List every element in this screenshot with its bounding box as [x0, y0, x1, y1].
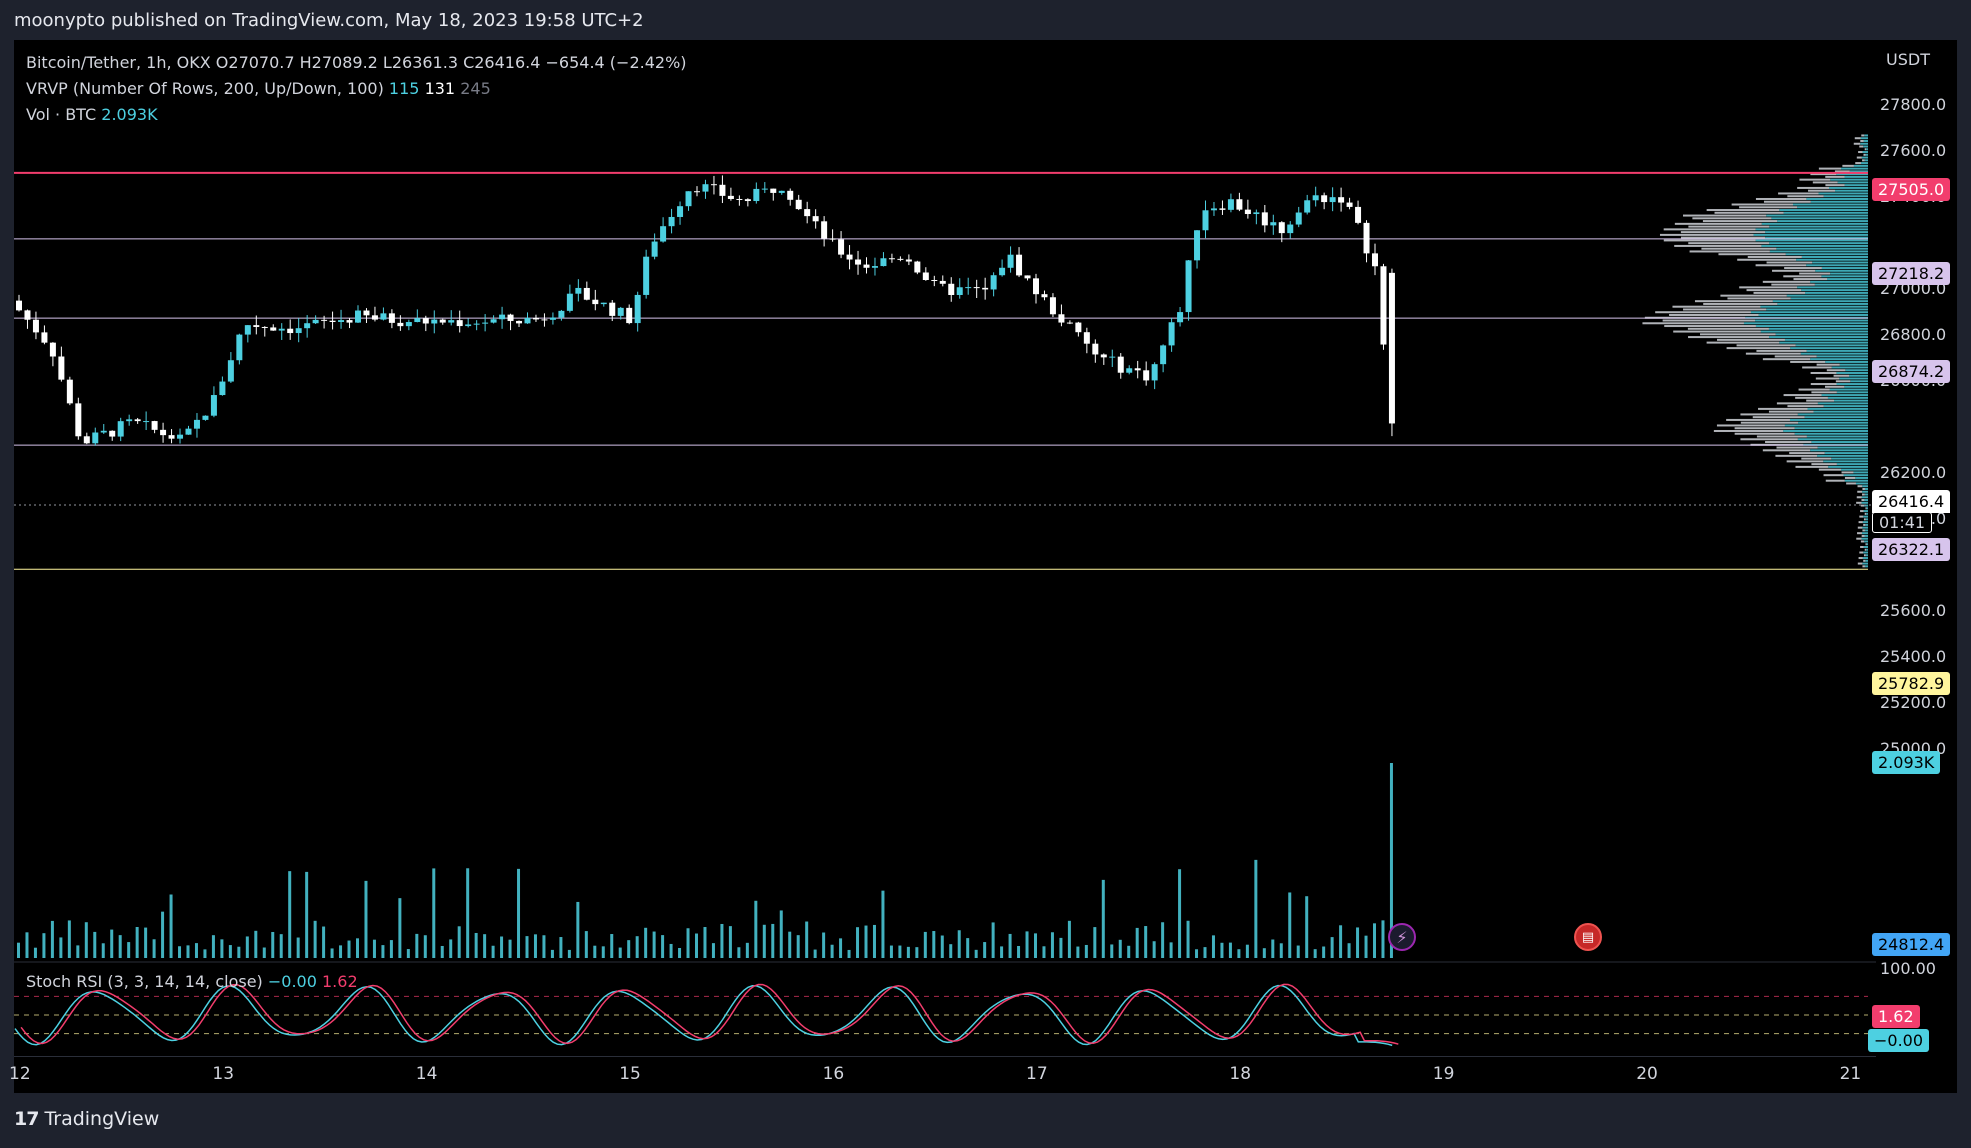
time-tick-label: 15	[619, 1064, 641, 1084]
stoch-label: Stoch RSI (3, 3, 14, 14, close)	[26, 972, 263, 991]
tradingview-mark-icon: 17	[14, 1108, 39, 1130]
time-tick-label: 17	[1026, 1064, 1048, 1084]
us-flag-icon[interactable]: ▤	[1574, 923, 1602, 951]
level-price-tag-27218: 27218.2	[1872, 262, 1951, 285]
time-tick-label: 20	[1636, 1064, 1658, 1084]
stoch-k-value: −0.00	[267, 972, 317, 991]
price-tick-label: 26800.0	[1880, 325, 1947, 345]
volume-tag: 2.093K	[1872, 751, 1941, 774]
time-axis-divider	[14, 1056, 1876, 1057]
price-tick-label: 26200.0	[1880, 463, 1947, 483]
stoch-d-tag: 1.62	[1872, 1005, 1920, 1028]
publish-bar: moonypto published on TradingView.com, M…	[0, 0, 1971, 40]
support-price-tag: 25782.9	[1872, 672, 1951, 695]
time-tick-label: 19	[1432, 1064, 1455, 1084]
price-tick-label: 27800.0	[1880, 95, 1947, 114]
price-tick-label: 25400.0	[1880, 647, 1947, 667]
time-tick-label: 13	[212, 1064, 235, 1084]
vrvp-total: 245	[460, 79, 491, 98]
level-price-tag-26874: 26874.2	[1872, 360, 1951, 383]
bar-countdown: 01:41	[1872, 512, 1933, 533]
vrvp-label: VRVP (Number Of Rows, 200, Up/Down, 100)	[26, 79, 384, 98]
publish-text: moonypto published on TradingView.com, M…	[14, 10, 644, 31]
vol-value: 2.093K	[101, 105, 158, 124]
last-price-tag: 26416.4	[1872, 490, 1951, 513]
currency-label: USDT	[1886, 50, 1930, 69]
time-tick-label: 16	[822, 1064, 845, 1084]
level-price-tag-26322: 26322.1	[1872, 538, 1951, 561]
price-tick-label: 25200.0	[1880, 693, 1947, 713]
vrvp-up: 115	[388, 79, 420, 98]
chart-frame[interactable]	[14, 40, 1957, 1093]
time-tick-label: 21	[1839, 1064, 1862, 1084]
tradingview-logo[interactable]: 17 TradingView	[14, 1108, 159, 1130]
time-tick-label: 14	[415, 1064, 438, 1084]
vrvp-legend[interactable]: VRVP (Number Of Rows, 200, Up/Down, 100)…	[26, 79, 491, 98]
volume-legend[interactable]: Vol · BTC 2.093K	[26, 105, 158, 124]
lightning-icon[interactable]: ⚡	[1388, 923, 1416, 951]
resistance-price-tag: 27505.0	[1872, 178, 1951, 201]
vrvp-down: 131	[424, 79, 456, 98]
time-tick-label: 12	[9, 1064, 31, 1084]
stoch-top-label: 100.00	[1880, 959, 1936, 978]
stoch-k-tag: −0.00	[1868, 1029, 1930, 1052]
symbol-ohlc: Bitcoin/Tether, 1h, OKX O27070.7 H27089.…	[26, 53, 687, 72]
tradingview-brand: TradingView	[44, 1108, 160, 1130]
volume-axis-tag: 24812.4	[1872, 933, 1951, 956]
vol-label: Vol · BTC	[26, 105, 97, 124]
price-tick-label: 25600.0	[1880, 601, 1947, 621]
symbol-legend[interactable]: Bitcoin/Tether, 1h, OKX O27070.7 H27089.…	[26, 53, 687, 72]
price-tick-label: 27600.0	[1880, 141, 1947, 161]
footer-bar	[0, 1093, 1971, 1148]
stoch-d-value: 1.62	[322, 972, 358, 991]
stoch-legend[interactable]: Stoch RSI (3, 3, 14, 14, close) −0.00 1.…	[26, 972, 358, 991]
time-tick-label: 18	[1229, 1064, 1252, 1084]
